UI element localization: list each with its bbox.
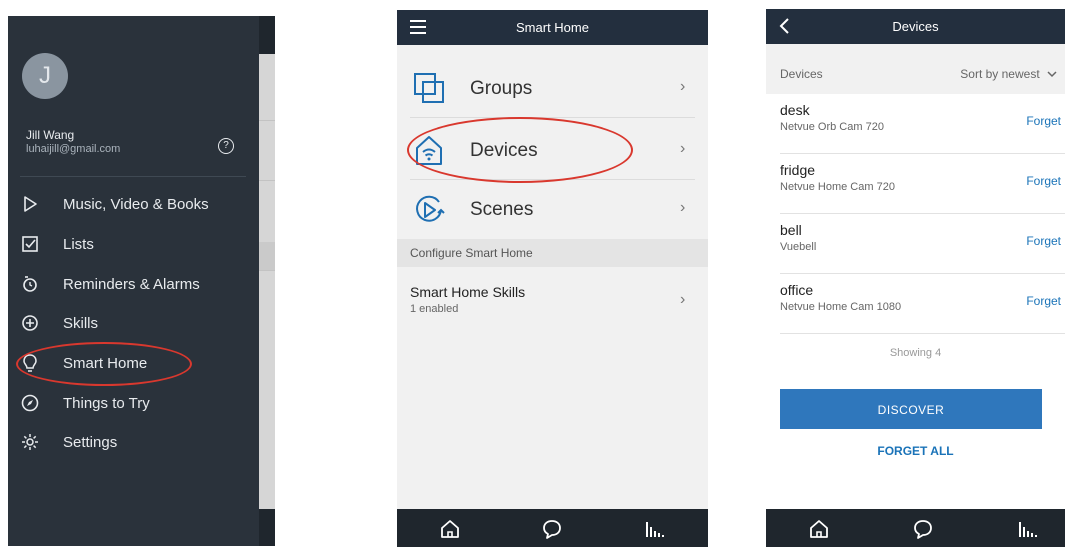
scenes-icon [416, 195, 445, 222]
menu-item-smart-home[interactable]: Smart Home [8, 345, 259, 381]
row-groups[interactable]: Groups › [397, 58, 708, 118]
chat-icon[interactable] [912, 518, 934, 540]
skills-icon [22, 315, 38, 331]
lightbulb-icon [23, 354, 37, 372]
user-email: luhaijill@gmail.com [26, 143, 121, 155]
device-row[interactable]: office Netvue Home Cam 1080 Forget [766, 274, 1065, 334]
behind-content [259, 54, 275, 509]
behind-topbar [259, 16, 275, 54]
device-row[interactable]: fridge Netvue Home Cam 720 Forget [766, 154, 1065, 214]
menu-screen: J Jill Wang luhaijill@gmail.com ? Music,… [8, 16, 275, 546]
menu-item-label: Music, Video & Books [63, 196, 209, 213]
row-devices[interactable]: Devices › [397, 118, 708, 180]
list-header: Devices Sort by newest [766, 44, 1065, 94]
device-model: Vuebell [780, 241, 817, 253]
row-label: Devices [470, 140, 538, 161]
avatar[interactable]: J [22, 53, 68, 99]
chevron-down-icon [1047, 71, 1057, 78]
menu-item-settings[interactable]: Settings [8, 424, 259, 460]
device-model: Netvue Orb Cam 720 [780, 121, 884, 133]
menu-item-label: Reminders & Alarms [63, 276, 200, 293]
list-header-label: Devices [780, 67, 823, 81]
gear-icon [22, 434, 38, 450]
menu-item-skills[interactable]: Skills [8, 305, 259, 341]
menu-item-music-video-books[interactable]: Music, Video & Books [8, 186, 259, 222]
device-name: fridge [780, 162, 816, 178]
row-scenes[interactable]: Scenes › [397, 180, 708, 238]
device-name: office [780, 282, 814, 298]
page-title: Devices [892, 19, 939, 34]
behind-bottom-bar [259, 509, 275, 546]
chevron-right-icon: › [680, 291, 686, 308]
device-count: Showing 4 [889, 347, 942, 359]
top-bar: Devices [766, 9, 1065, 44]
device-row[interactable]: desk Netvue Orb Cam 720 Forget [766, 94, 1065, 154]
row-smart-home-skills[interactable]: Smart Home Skills 1 enabled › [397, 267, 708, 327]
chevron-right-icon: › [680, 199, 686, 216]
activity-icon[interactable] [1016, 518, 1038, 540]
menu-item-label: Things to Try [63, 395, 150, 412]
sort-dropdown[interactable]: Sort by newest [960, 67, 1057, 81]
forget-button[interactable]: Forget [1026, 174, 1061, 188]
device-model: Netvue Home Cam 720 [780, 181, 895, 193]
smart-home-screen: Smart Home Groups › Devices › Scenes › C… [397, 10, 708, 547]
discover-button[interactable]: DISCOVER [780, 389, 1042, 429]
row-label: Scenes [470, 199, 534, 220]
device-model: Netvue Home Cam 1080 [780, 301, 902, 313]
menu-item-label: Skills [63, 315, 99, 332]
home-icon[interactable] [808, 518, 830, 540]
divider [20, 176, 246, 177]
groups-icon [414, 73, 444, 103]
navigation-drawer: J Jill Wang luhaijill@gmail.com ? Music,… [8, 16, 259, 546]
activity-icon[interactable] [643, 518, 665, 540]
device-name: desk [780, 102, 810, 118]
play-icon [24, 196, 37, 212]
bottom-nav [397, 509, 708, 547]
menu-item-lists[interactable]: Lists [8, 226, 259, 262]
chevron-right-icon: › [680, 78, 686, 95]
user-name: Jill Wang [26, 128, 75, 142]
top-bar: Smart Home [397, 10, 708, 45]
chat-icon[interactable] [541, 518, 563, 540]
home-icon[interactable] [439, 518, 461, 540]
forget-button[interactable]: Forget [1026, 234, 1061, 248]
chevron-right-icon: › [680, 140, 686, 157]
page-title: Smart Home [516, 20, 589, 35]
checkbox-icon [22, 236, 38, 252]
skills-subtitle: 1 enabled [410, 303, 459, 315]
menu-item-things-to-try[interactable]: Things to Try [8, 385, 259, 421]
forget-button[interactable]: Forget [1026, 114, 1061, 128]
compass-icon [21, 394, 39, 412]
devices-screen: Devices Devices Sort by newest desk Netv… [766, 9, 1065, 547]
section-header: Configure Smart Home [397, 239, 708, 267]
devices-icon [416, 136, 442, 165]
alarm-icon [23, 276, 37, 292]
sort-label: Sort by newest [960, 67, 1040, 81]
row-label: Groups [470, 78, 533, 99]
help-circle-icon[interactable]: ? [218, 138, 234, 154]
menu-item-label: Settings [63, 434, 118, 451]
menu-item-label: Lists [63, 236, 94, 253]
forget-button[interactable]: Forget [1026, 294, 1061, 308]
device-row[interactable]: bell Vuebell Forget [766, 214, 1065, 274]
menu-item-reminders-alarms[interactable]: Reminders & Alarms [8, 266, 259, 302]
device-name: bell [780, 222, 802, 238]
bottom-nav [766, 509, 1065, 547]
section-header-label: Configure Smart Home [410, 246, 533, 260]
forget-all-button[interactable]: FORGET ALL [766, 444, 1065, 458]
skills-title: Smart Home Skills [410, 284, 526, 300]
menu-item-label: Smart Home [63, 355, 148, 372]
